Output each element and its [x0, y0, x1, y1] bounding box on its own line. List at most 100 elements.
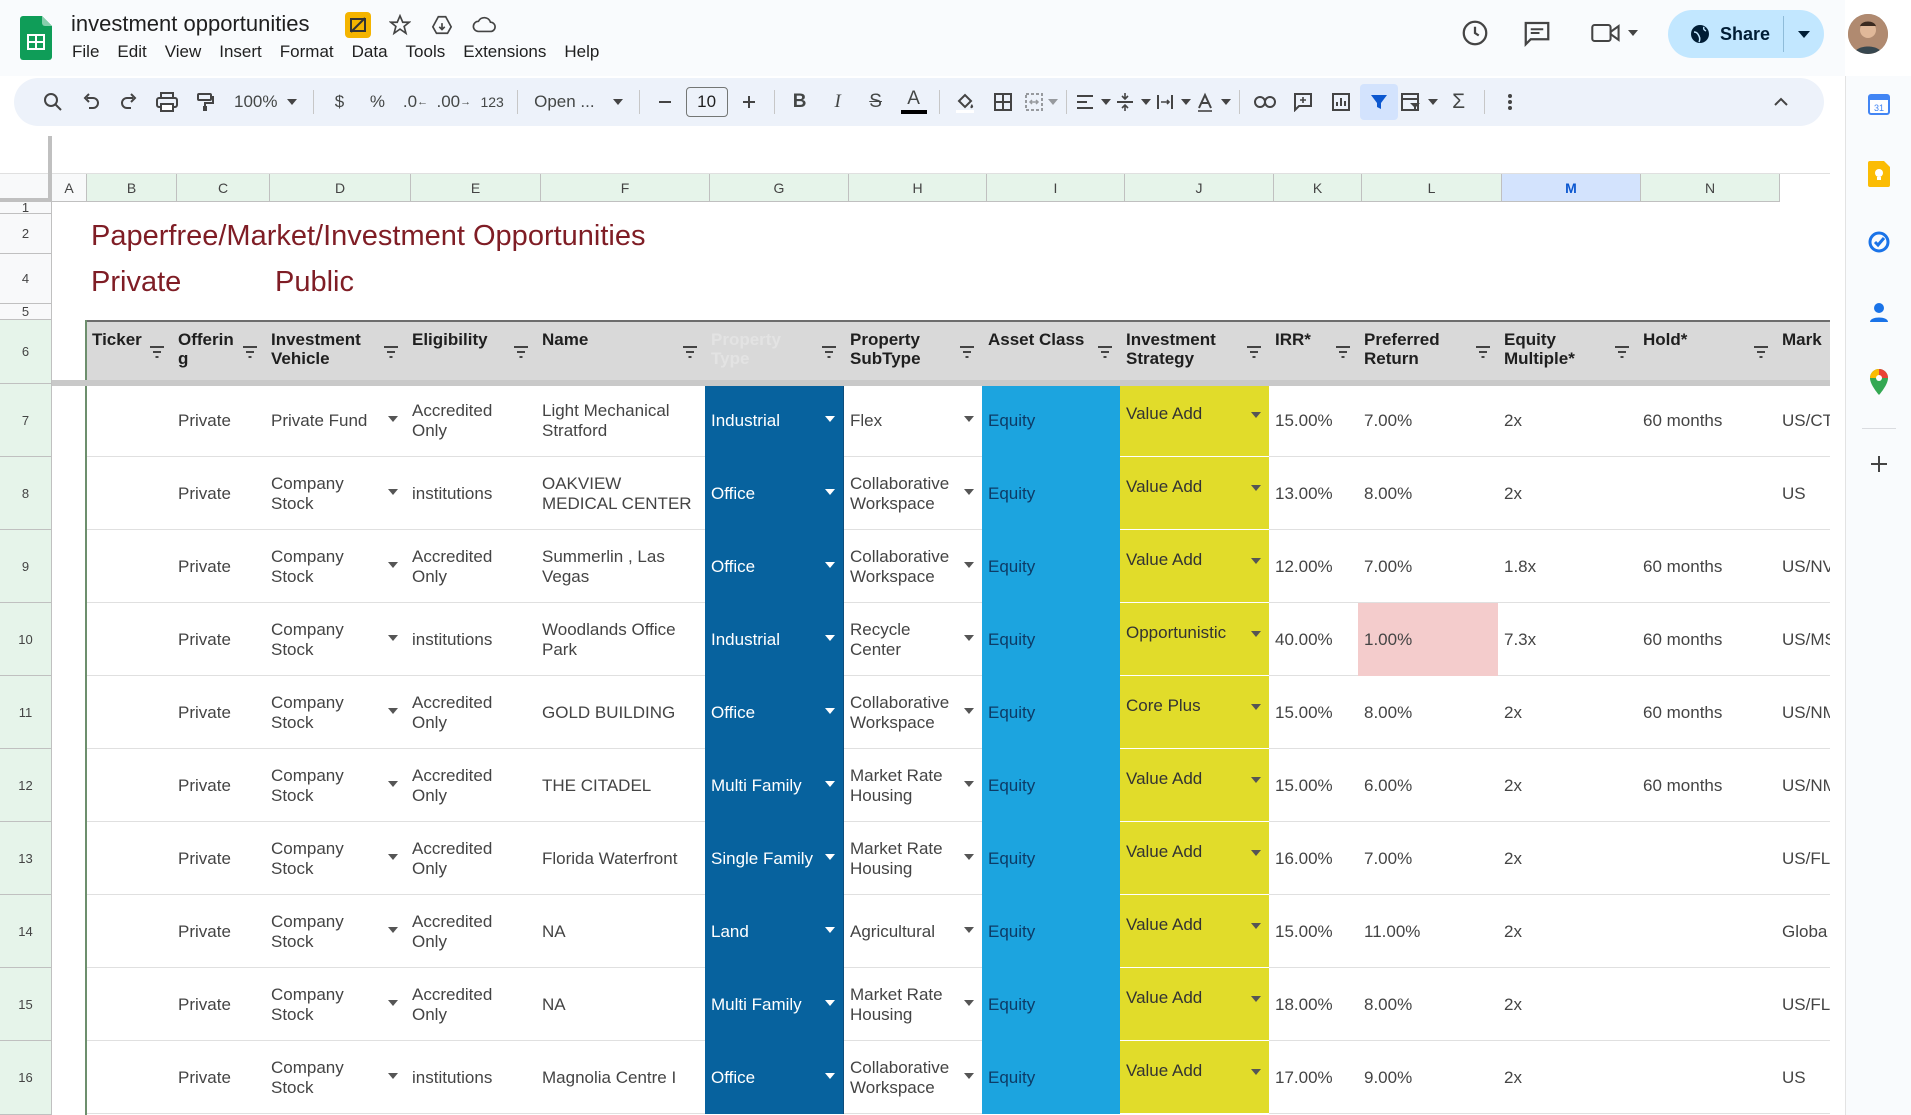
menu-format[interactable]: Format [280, 42, 334, 62]
cell-equity[interactable]: 1.8x [1498, 530, 1637, 603]
row-header-13[interactable]: 13 [0, 822, 52, 895]
chevron-down-icon[interactable] [825, 927, 835, 933]
no-access-icon[interactable] [345, 12, 371, 38]
sheets-logo-icon[interactable] [20, 16, 52, 60]
cell-ticker[interactable] [86, 895, 172, 968]
menu-view[interactable]: View [165, 42, 202, 62]
cell-ticker[interactable] [86, 676, 172, 749]
cell-market[interactable]: US/NM [1776, 676, 1830, 749]
chevron-down-icon[interactable] [388, 708, 398, 714]
contacts-icon[interactable] [1863, 296, 1895, 328]
font-select[interactable]: Open ... [524, 84, 632, 120]
cell-ptype[interactable]: Office [705, 1041, 844, 1114]
cell-equity[interactable]: 2x [1498, 749, 1637, 822]
cell-name[interactable]: GOLD BUILDING [536, 676, 705, 749]
borders-icon[interactable] [984, 84, 1022, 120]
move-to-drive-icon[interactable] [429, 12, 455, 38]
filter-button-icon[interactable] [681, 344, 699, 360]
cell-name[interactable]: Magnolia Centre I [536, 1041, 705, 1114]
cell-strategy[interactable]: Core Plus [1120, 676, 1269, 749]
merge-cells-icon[interactable] [1022, 84, 1060, 120]
menu-insert[interactable]: Insert [219, 42, 262, 62]
insert-link-icon[interactable] [1246, 84, 1284, 120]
filter-button-icon[interactable] [512, 344, 530, 360]
increase-decimal-button[interactable]: .00 → [434, 84, 473, 120]
cell-offering[interactable]: Private [172, 968, 265, 1041]
tasks-icon[interactable] [1863, 226, 1895, 258]
chevron-down-icon[interactable] [1251, 1069, 1261, 1075]
cell-market[interactable]: US/FL [1776, 968, 1830, 1041]
filter-button-icon[interactable] [1752, 344, 1770, 360]
cell-asset[interactable]: Equity [982, 895, 1120, 968]
add-icon[interactable] [1863, 448, 1895, 480]
chevron-down-icon[interactable] [388, 1000, 398, 1006]
cell-offering[interactable]: Private [172, 530, 265, 603]
horizontal-align-icon[interactable] [1073, 84, 1113, 120]
cell-vehicle[interactable]: Company Stock [265, 895, 406, 968]
cell-eligibility[interactable]: Accredited Only [406, 968, 536, 1041]
chevron-down-icon[interactable] [1251, 412, 1261, 418]
comments-icon[interactable] [1522, 18, 1552, 53]
chevron-down-icon[interactable] [825, 489, 835, 495]
cell-pref[interactable]: 6.00% [1358, 749, 1498, 822]
cell-market[interactable]: US/FL [1776, 822, 1830, 895]
chevron-down-icon[interactable] [825, 781, 835, 787]
cell-irr[interactable]: 12.00% [1269, 530, 1358, 603]
cell-irr[interactable]: 13.00% [1269, 457, 1358, 530]
cell-pref[interactable]: 8.00% [1358, 676, 1498, 749]
cell-eligibility[interactable]: Accredited Only [406, 895, 536, 968]
italic-button[interactable]: I [819, 84, 857, 120]
cell-market[interactable]: US/NV [1776, 530, 1830, 603]
maps-icon[interactable] [1863, 366, 1895, 398]
more-vert-icon[interactable] [1491, 84, 1529, 120]
chevron-down-icon[interactable] [964, 562, 974, 568]
cell-irr[interactable]: 15.00% [1269, 895, 1358, 968]
redo-icon[interactable] [110, 84, 148, 120]
cell-strategy[interactable]: Value Add [1120, 457, 1269, 530]
decrease-decimal-button[interactable]: .0 ← [396, 84, 434, 120]
cell-market[interactable]: US [1776, 457, 1830, 530]
strikethrough-button[interactable]: S [857, 84, 895, 120]
cell-offering[interactable]: Private [172, 457, 265, 530]
cell-pref[interactable]: 8.00% [1358, 457, 1498, 530]
chevron-down-icon[interactable] [1251, 996, 1261, 1002]
filter-button-icon[interactable] [1474, 344, 1492, 360]
column-header-i[interactable]: I [987, 174, 1125, 202]
cell-eligibility[interactable]: Accredited Only [406, 822, 536, 895]
calendar-icon[interactable]: 31 [1863, 88, 1895, 120]
filter-button-icon[interactable] [148, 344, 166, 360]
header-psub[interactable]: Property SubType [844, 322, 982, 386]
chevron-down-icon[interactable] [964, 416, 974, 422]
text-color-button[interactable]: A [895, 84, 933, 120]
row-header-8[interactable]: 8 [0, 457, 52, 530]
row-header-6[interactable]: 6 [0, 320, 52, 384]
share-main[interactable]: Share [1668, 10, 1783, 58]
column-header-h[interactable]: H [849, 174, 987, 202]
cell-vehicle[interactable]: Private Fund [265, 384, 406, 457]
cell-pref[interactable]: 11.00% [1358, 895, 1498, 968]
cell-ticker[interactable] [86, 1041, 172, 1114]
row-header-5[interactable]: 5 [0, 304, 52, 320]
cell-vehicle[interactable]: Company Stock [265, 1041, 406, 1114]
cell-irr[interactable]: 15.00% [1269, 384, 1358, 457]
cell-ptype[interactable]: Office [705, 530, 844, 603]
font-size-field[interactable]: 10 [684, 84, 730, 120]
cell-hold[interactable]: 60 months [1637, 530, 1776, 603]
cell-strategy[interactable]: Value Add [1120, 1041, 1269, 1114]
cell-ptype[interactable]: Single Family [705, 822, 844, 895]
cell-asset[interactable]: Equity [982, 676, 1120, 749]
filter-button-icon[interactable] [382, 344, 400, 360]
cell-vehicle[interactable]: Company Stock [265, 822, 406, 895]
column-header-j[interactable]: J [1125, 174, 1274, 202]
row-header-11[interactable]: 11 [0, 676, 52, 749]
menu-data[interactable]: Data [352, 42, 388, 62]
cell-name[interactable]: NA [536, 968, 705, 1041]
text-rotation-icon[interactable] [1193, 84, 1233, 120]
cell-equity[interactable]: 2x [1498, 384, 1637, 457]
chevron-down-icon[interactable] [1251, 704, 1261, 710]
header-strategy[interactable]: Investment Strategy [1120, 322, 1269, 386]
cell-ticker[interactable] [86, 530, 172, 603]
cell-name[interactable]: Woodlands Office Park [536, 603, 705, 676]
menu-file[interactable]: File [72, 42, 99, 62]
header-ticker[interactable]: Ticker [86, 322, 172, 386]
